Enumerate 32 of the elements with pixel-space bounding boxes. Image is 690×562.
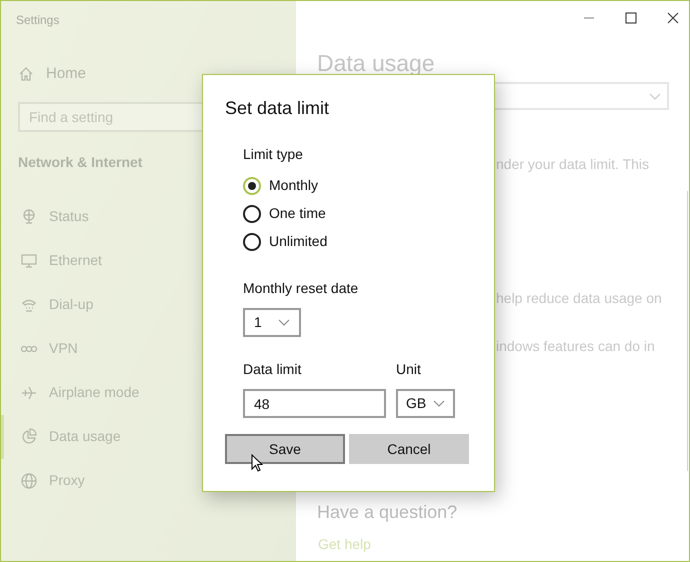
field-label: Limit type (243, 145, 303, 164)
radio-option[interactable]: Unlimited (243, 231, 494, 252)
dropdown-field[interactable] (492, 82, 669, 110)
radio-option[interactable]: Monthly (243, 175, 494, 196)
data-limit-field[interactable]: 48 (243, 389, 386, 418)
page-title: Data usage (317, 51, 436, 75)
radio-option[interactable]: One time (243, 203, 494, 224)
home-icon (18, 66, 34, 82)
monitor-icon (20, 252, 38, 270)
radio-button[interactable] (243, 176, 261, 194)
dialog-button[interactable]: Cancel (349, 434, 469, 464)
radio-button[interactable] (243, 232, 261, 250)
dialog-button[interactable]: Save (225, 434, 345, 464)
help-link[interactable]: Get help (318, 534, 689, 555)
reset-date-dropdown[interactable]: 1 (243, 308, 301, 337)
globe-icon (20, 472, 38, 490)
chevron-down-icon (649, 92, 661, 100)
close-icon[interactable] (667, 12, 679, 24)
window-title: Settings (16, 12, 60, 29)
section-heading: Have a question? (317, 501, 458, 524)
pie-chart-icon (20, 428, 38, 446)
field-label: Unit (396, 360, 422, 379)
chevron-down-icon (278, 319, 290, 326)
section-heading: Network & Internet (18, 152, 142, 172)
field-label: Monthly reset date (243, 279, 358, 298)
maximize-icon[interactable] (625, 12, 637, 24)
cursor-icon (251, 454, 263, 472)
radio-button[interactable] (243, 204, 261, 222)
chevron-down-icon (433, 400, 445, 407)
unit-dropdown[interactable]: GB (396, 389, 455, 418)
field-label: Data limit (243, 360, 302, 379)
home-link[interactable]: Home (18, 63, 296, 86)
